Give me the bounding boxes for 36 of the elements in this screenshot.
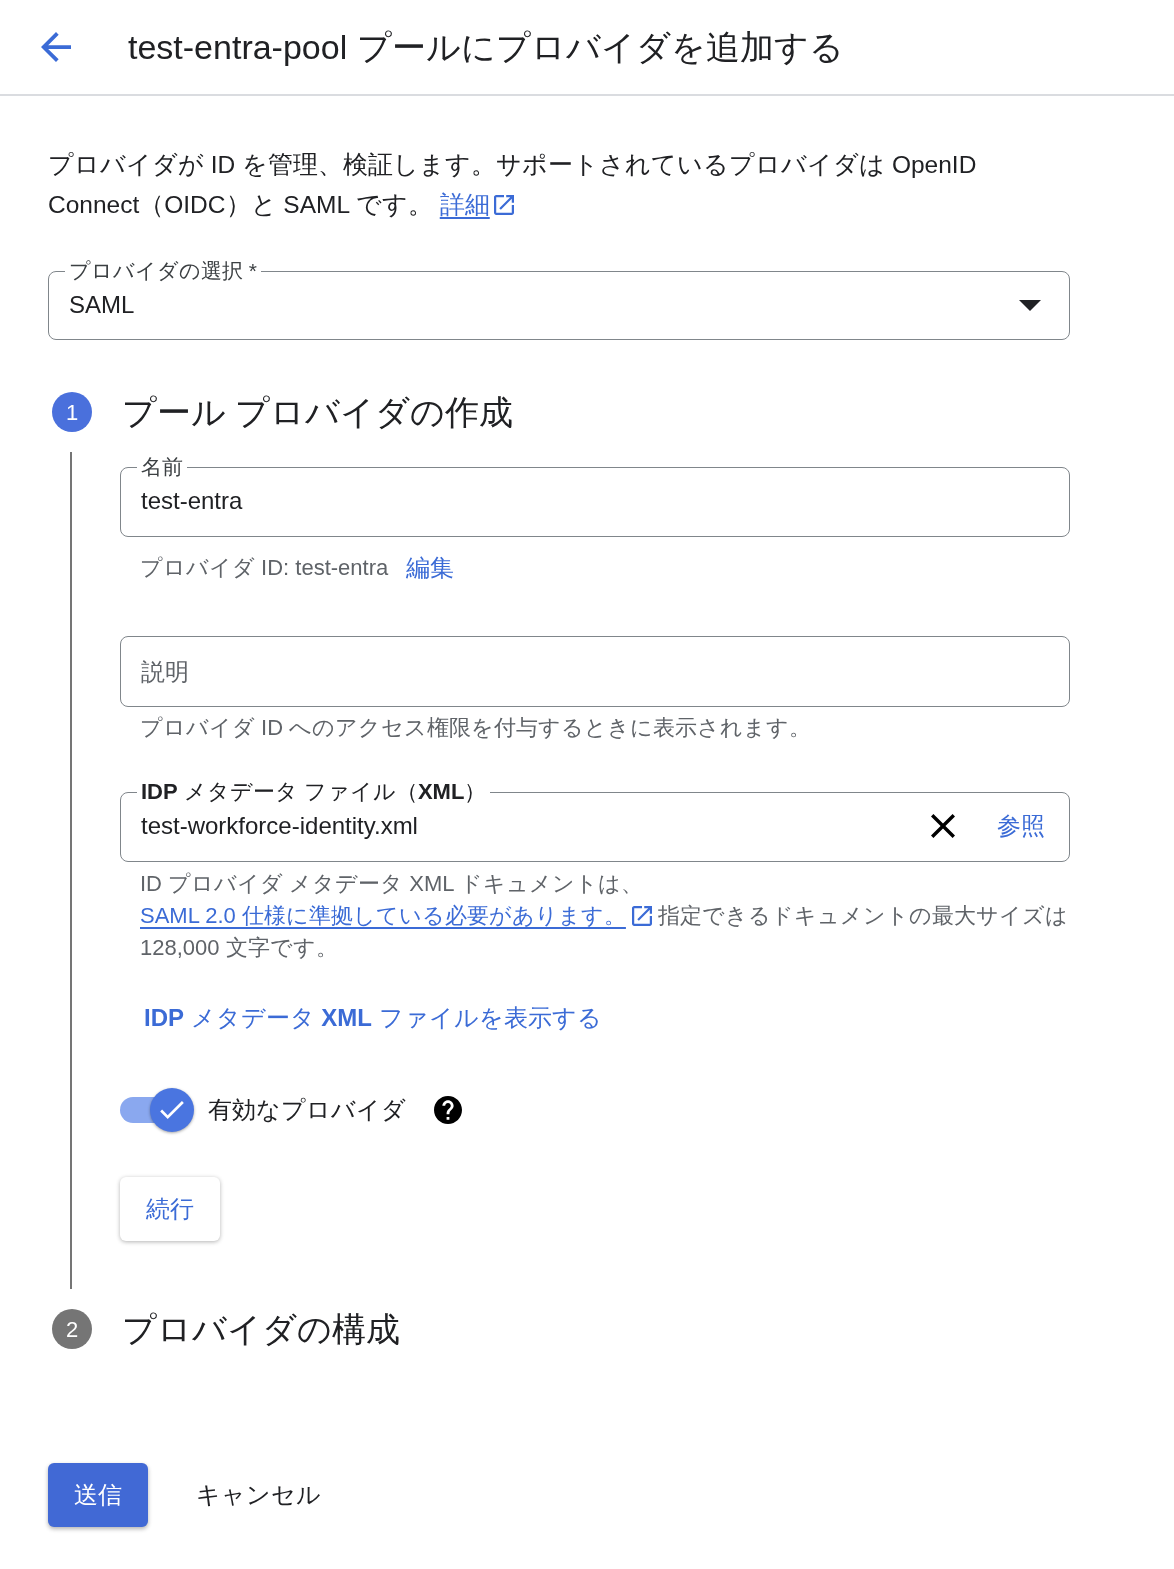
provider-select-label: プロバイダの選択 * <box>68 258 258 284</box>
check-icon <box>160 1101 184 1119</box>
provider-select[interactable]: プロバイダの選択 * SAML <box>48 258 1070 340</box>
edit-link[interactable]: 編集 <box>406 553 455 583</box>
name-label: 名前 <box>140 454 184 480</box>
view-xml-link[interactable]: IDP メタデータ XML ファイルを表示する <box>140 1000 606 1036</box>
intro-text: プロバイダが ID を管理、検証します。サポートされているプロバイダは OpenID Connect（OIDC）と SAML です。 詳細 <box>48 145 1028 225</box>
browse-button[interactable]: 参照 <box>989 806 1053 846</box>
selected-value: SAML <box>69 290 135 320</box>
toggle-label: 有効なプロバイダ <box>208 1095 406 1125</box>
saml-spec-link[interactable]: SAML 2.0 仕様に準拠している必要があります。 <box>140 900 652 932</box>
enabled-toggle[interactable] <box>120 1088 194 1132</box>
dropdown-caret-icon <box>1019 299 1041 311</box>
step-number: 2 <box>52 1309 92 1349</box>
continue-button[interactable]: 続行 <box>120 1177 220 1241</box>
step-number: 1 <box>52 392 92 432</box>
step-title: プロバイダの構成 <box>122 1309 400 1350</box>
description-field[interactable]: 説明 <box>120 636 1070 707</box>
metadata-file-label: IDP メタデータ ファイル（XML） <box>140 779 488 805</box>
details-link[interactable]: 詳細 <box>439 185 514 225</box>
metadata-hint: ID プロバイダ メタデータ XML ドキュメントは、 SAML 2.0 仕様に準拠している必要があります。 指定できるドキュメントの最大サイズは 128,000 文字です。 <box>139 870 1070 962</box>
step-title: プール プロバイダの作成 <box>122 392 514 433</box>
description-hint: プロバイダ ID へのアクセス権限を付与するときに表示されます。 <box>139 714 812 742</box>
close-icon <box>931 814 955 838</box>
help-icon[interactable] <box>434 1096 462 1124</box>
name-value: test-entra <box>141 486 243 516</box>
file-name-value: test-workforce-identity.xml <box>141 811 419 841</box>
submit-button[interactable]: 送信 <box>48 1463 148 1527</box>
name-field[interactable]: 名前 test-entra <box>120 454 1070 537</box>
external-link-icon <box>631 906 652 926</box>
back-arrow-icon <box>41 32 71 62</box>
metadata-file-field[interactable]: IDP メタデータ ファイル（XML） test-workforce-identity.xml 参照 <box>120 779 1070 862</box>
cancel-button[interactable]: キャンセル <box>172 1463 345 1527</box>
provider-id-text: プロバイダ ID: test-entra <box>140 554 389 582</box>
page-title: test-entra-pool プールにプロバイダを追加する <box>128 27 844 68</box>
external-link-icon <box>493 195 514 215</box>
